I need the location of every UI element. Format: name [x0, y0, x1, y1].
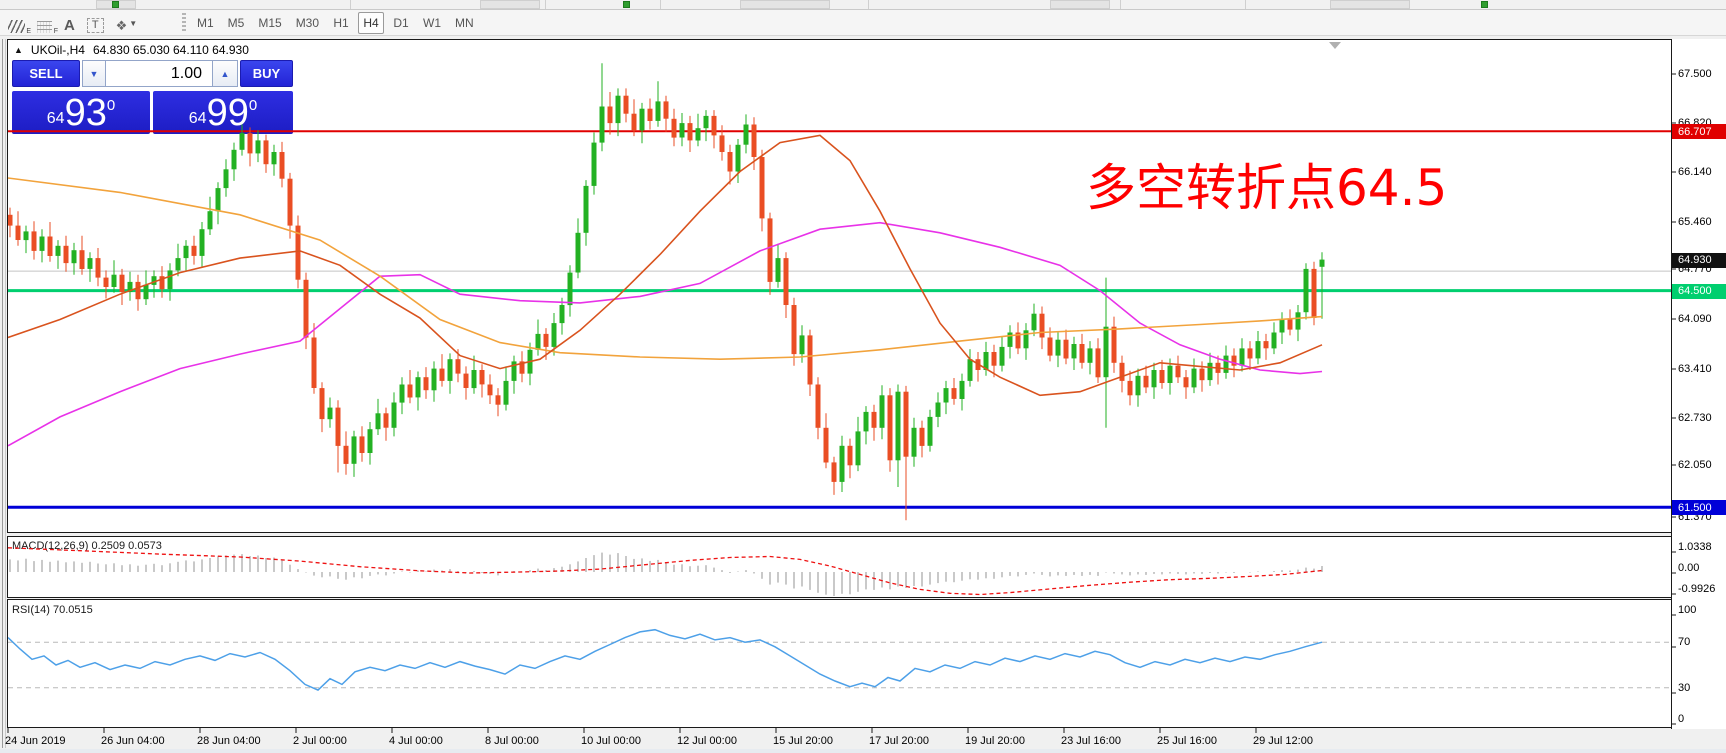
sell-button[interactable]: SELL — [12, 60, 80, 87]
price-tick-label: 65.460 — [1678, 216, 1712, 228]
timeframe-h1[interactable]: H1 — [328, 12, 354, 34]
buy-button[interactable]: BUY — [240, 60, 293, 87]
sell-price-prefix: 64 — [46, 109, 65, 127]
macd-tick-label: 1.0338 — [1678, 541, 1712, 553]
price-axis-column[interactable] — [1672, 39, 1726, 729]
macd-label: MACD(12,26,9) 0.2509 0.0573 — [12, 540, 162, 552]
price-tick-label: 62.730 — [1678, 412, 1712, 424]
timeframe-m5[interactable]: M5 — [223, 12, 250, 34]
time-tick-label: 2 Jul 00:00 — [293, 735, 347, 747]
time-tick-label: 19 Jul 20:00 — [965, 735, 1025, 747]
time-tick-label: 4 Jul 00:00 — [389, 735, 443, 747]
sell-price-main: 93 — [64, 91, 107, 134]
sell-price-display[interactable]: 64 93 0 — [12, 91, 150, 134]
price-tick-label: 63.410 — [1678, 363, 1712, 375]
volume-decrease-button[interactable]: ▼ — [82, 60, 106, 87]
rsi-tick-label: 30 — [1678, 682, 1691, 694]
level-price-badge: 61.500 — [1672, 500, 1726, 516]
macd-tick-label: -0.9926 — [1678, 583, 1716, 595]
time-tick-label: 25 Jul 16:00 — [1157, 735, 1217, 747]
timeframe-m15[interactable]: M15 — [253, 12, 286, 34]
time-tick-label: 10 Jul 00:00 — [581, 735, 641, 747]
time-tick-label: 17 Jul 20:00 — [869, 735, 929, 747]
macd-pane[interactable] — [7, 536, 1672, 598]
toolbar-grip[interactable] — [182, 13, 186, 33]
rsi-tick-label: 0 — [1678, 713, 1685, 725]
drawing-tools: E F A T ❖ ▼ — [8, 11, 137, 35]
time-tick-label: 26 Jun 04:00 — [101, 735, 165, 747]
time-tick-label: 28 Jun 04:00 — [197, 735, 261, 747]
upper-toolbar-sliver — [0, 0, 1726, 10]
price-axis-border — [1671, 39, 1672, 729]
time-tick-label: 23 Jul 16:00 — [1061, 735, 1121, 747]
volume-increase-button[interactable]: ▲ — [212, 60, 238, 87]
one-click-trading-panel: SELL ▼ ▲ BUY 64 93 0 64 99 0 — [12, 60, 293, 134]
collapse-chart-toggle[interactable]: ▲ — [14, 45, 23, 55]
channels-tool-icon[interactable]: E — [8, 13, 31, 35]
chart-title: ▲ UKOil-,H4 64.830 65.030 64.110 64.930 — [14, 43, 249, 57]
buy-price-main: 99 — [206, 91, 249, 134]
price-tick-label: 62.050 — [1678, 459, 1712, 471]
buy-price-pips: 0 — [248, 97, 258, 114]
window-bottom-edge — [0, 749, 1726, 753]
timeframe-m30[interactable]: M30 — [291, 12, 324, 34]
shapes-tool-icon[interactable]: ❖ ▼ — [116, 13, 138, 33]
time-tick-label: 15 Jul 20:00 — [773, 735, 833, 747]
time-tick-label: 29 Jul 12:00 — [1253, 735, 1313, 747]
label-tool-icon[interactable]: T — [86, 13, 104, 33]
price-tick-label: 66.140 — [1678, 166, 1712, 178]
chart-toolbar: E F A T ❖ ▼ M1 M5 M15 M30 H1 H4 D1 W1 MN — [0, 10, 1726, 36]
rsi-label: RSI(14) 70.0515 — [12, 604, 93, 616]
current-price-badge: 64.930 — [1672, 252, 1726, 268]
text-tool-icon[interactable]: A — [64, 13, 75, 33]
timeframe-w1[interactable]: W1 — [418, 12, 446, 34]
price-tick-label: 64.090 — [1678, 313, 1712, 325]
rsi-tick-label: 70 — [1678, 636, 1691, 648]
rsi-tick-label: 100 — [1678, 604, 1697, 616]
chart-annotation: 多空转折点64.5 — [1086, 159, 1448, 217]
timeframe-h4[interactable]: H4 — [358, 12, 385, 34]
rsi-pane[interactable] — [7, 599, 1672, 728]
volume-input[interactable] — [106, 60, 212, 87]
chart-shift-marker — [1329, 42, 1341, 49]
level-price-badge: 64.500 — [1672, 283, 1726, 299]
time-tick-label: 24 Jun 2019 — [5, 735, 66, 747]
timeframe-mn[interactable]: MN — [450, 12, 479, 34]
time-tick-label: 12 Jul 00:00 — [677, 735, 737, 747]
mt4-terminal: E F A T ❖ ▼ M1 M5 M15 M30 H1 H4 D1 W1 MN ▲ UKOil-,H4 … — [0, 0, 1726, 753]
window-edge — [2, 39, 3, 748]
window-edge — [5, 39, 6, 748]
timeframe-m1[interactable]: M1 — [192, 12, 219, 34]
price-tick-label: 67.500 — [1678, 68, 1712, 80]
time-tick-label: 8 Jul 00:00 — [485, 735, 539, 747]
buy-price-prefix: 64 — [188, 109, 207, 127]
buy-price-display[interactable]: 64 99 0 — [153, 91, 293, 134]
timeframe-d1[interactable]: D1 — [388, 12, 414, 34]
fibonacci-grid-tool-icon[interactable]: F — [37, 13, 58, 35]
sell-price-pips: 0 — [106, 97, 116, 114]
macd-tick-label: 0.00 — [1678, 562, 1700, 574]
level-price-badge: 66.707 — [1672, 124, 1726, 140]
timeframe-buttons: M1 M5 M15 M30 H1 H4 D1 W1 MN — [192, 11, 479, 35]
symbol-label: UKOil-,H4 — [30, 43, 85, 57]
ohlc-readout: 64.830 65.030 64.110 64.930 — [92, 43, 249, 57]
